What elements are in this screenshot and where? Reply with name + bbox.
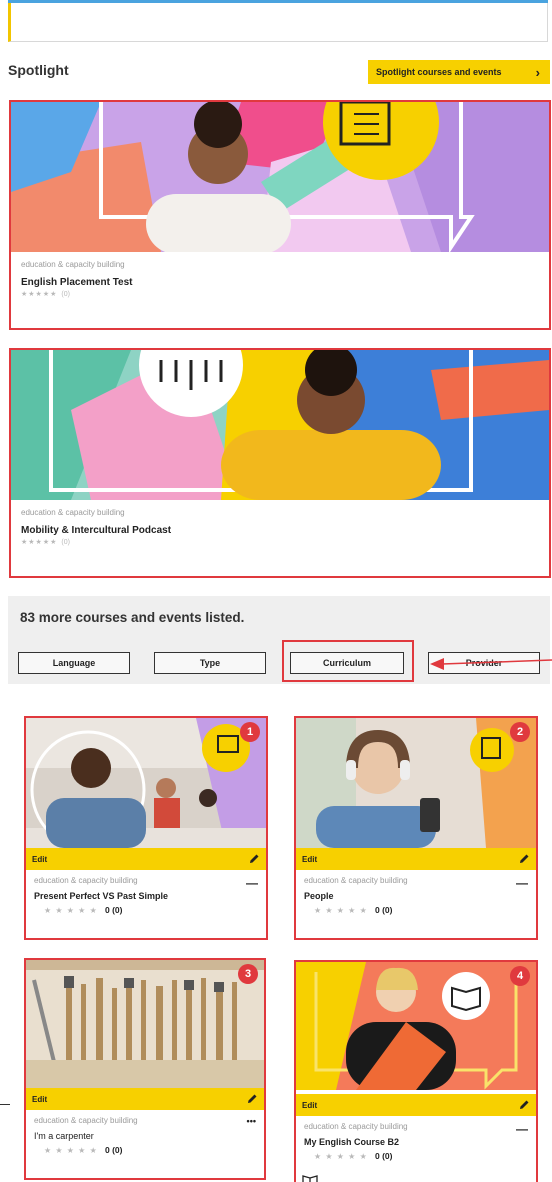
edit-bar[interactable]: Edit — [296, 1094, 536, 1116]
course-category: education & capacity building — [21, 260, 125, 269]
rating-stars: ★ ★ ★ ★ ★ 0 (0) — [314, 905, 393, 915]
pencil-icon[interactable] — [518, 853, 530, 865]
course-card[interactable]: 1 Edit education & capacity building Pre… — [24, 716, 268, 940]
listing-panel: 83 more courses and events listed. Langu… — [8, 596, 552, 684]
edit-label: Edit — [32, 854, 48, 864]
course-image — [11, 350, 549, 500]
course-title[interactable]: I'm a carpenter — [34, 1131, 256, 1141]
rating-stars: ★★★★★ (0) — [21, 539, 70, 546]
spotlight-card-placement-test[interactable]: education & capacity building English Pl… — [9, 100, 551, 330]
course-number-badge: 1 — [240, 722, 260, 742]
course-number-badge: 3 — [238, 964, 258, 984]
course-title[interactable]: Mobility & Intercultural Podcast — [21, 525, 539, 536]
dash-icon[interactable]: — — [246, 876, 258, 890]
spotlight-courses-button[interactable]: Spotlight courses and events › — [368, 60, 550, 84]
course-card[interactable]: 2 Edit education & capacity building Peo… — [294, 716, 538, 940]
listing-heading: 83 more courses and events listed. — [20, 610, 245, 625]
spotlight-card-podcast[interactable]: education & capacity building Mobility &… — [9, 348, 551, 578]
spotlight-button-label: Spotlight courses and events — [376, 67, 502, 77]
course-number-badge: 4 — [510, 966, 530, 986]
dash-icon[interactable]: — — [516, 876, 528, 890]
dash-icon[interactable]: ••• — [247, 1116, 256, 1126]
rating-stars: ★ ★ ★ ★ ★ 0 (0) — [44, 1145, 123, 1155]
rating-stars: ★★★★★ (0) — [21, 291, 70, 298]
book-icon — [302, 1175, 318, 1182]
course-category: education & capacity building — [34, 876, 138, 885]
course-title[interactable]: English Placement Test — [21, 277, 539, 288]
pencil-icon[interactable] — [518, 1099, 530, 1111]
course-image — [11, 102, 549, 252]
edit-label: Edit — [302, 1100, 318, 1110]
pencil-icon[interactable] — [246, 1093, 258, 1105]
filter-type[interactable]: Type — [154, 652, 266, 674]
course-title[interactable]: People — [304, 891, 528, 901]
course-card[interactable]: 4 Edit education & capacity building My … — [294, 960, 538, 1182]
arrow-left-icon — [430, 658, 552, 670]
edit-bar[interactable]: Edit — [26, 1088, 264, 1110]
course-category: education & capacity building — [304, 876, 408, 885]
course-category: education & capacity building — [21, 508, 125, 517]
pencil-icon[interactable] — [248, 853, 260, 865]
edit-label: Edit — [302, 854, 318, 864]
edit-bar[interactable]: Edit — [296, 848, 536, 870]
edit-label: Edit — [32, 1094, 48, 1104]
chevron-right-icon: › — [535, 64, 540, 80]
course-number-badge: 2 — [510, 722, 530, 742]
course-title[interactable]: Present Perfect VS Past Simple — [34, 891, 258, 901]
course-image: 2 — [296, 718, 536, 848]
course-card[interactable]: 3 Edit education & capacity building I'm… — [24, 958, 266, 1180]
filter-language[interactable]: Language — [18, 652, 130, 674]
curriculum-highlight — [282, 640, 414, 682]
course-category: education & capacity building — [304, 1122, 408, 1131]
rating-stars: ★ ★ ★ ★ ★ 0 (0) — [314, 1151, 393, 1161]
course-title[interactable]: My English Course B2 — [304, 1137, 528, 1147]
course-image: 4 — [296, 962, 536, 1090]
course-category: education & capacity building — [34, 1116, 138, 1125]
rating-stars: ★ ★ ★ ★ ★ 0 (0) — [44, 905, 123, 915]
dash-icon[interactable]: — — [516, 1122, 528, 1136]
edge-mark — [0, 1104, 10, 1105]
course-image: 3 — [26, 960, 264, 1088]
edit-bar[interactable]: Edit — [26, 848, 266, 870]
course-image: 1 — [26, 718, 266, 848]
top-input-field[interactable] — [8, 0, 548, 42]
spotlight-heading: Spotlight — [8, 62, 69, 78]
